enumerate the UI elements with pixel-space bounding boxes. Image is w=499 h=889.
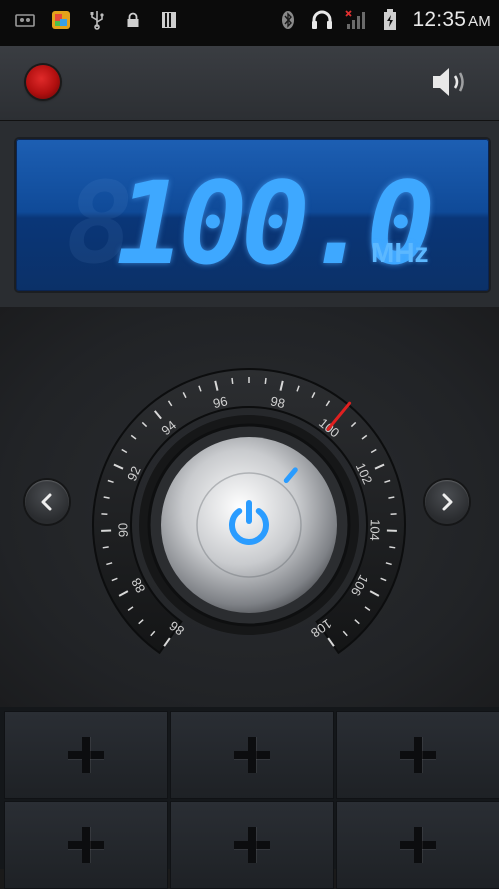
seek-next-button[interactable] xyxy=(425,480,469,524)
preset-slot-2[interactable] xyxy=(170,711,334,799)
preset-slot-6[interactable] xyxy=(336,801,499,889)
seek-previous-button[interactable] xyxy=(25,480,69,524)
dial-tick xyxy=(232,378,233,384)
add-preset-icon xyxy=(400,737,436,773)
chevron-right-icon xyxy=(437,492,457,512)
add-preset-icon xyxy=(68,827,104,863)
dial-label: 104 xyxy=(367,519,383,541)
chevron-left-icon xyxy=(37,492,57,512)
add-preset-icon xyxy=(400,827,436,863)
preset-slot-1[interactable] xyxy=(4,711,168,799)
dial-label: 90 xyxy=(115,522,131,537)
dial-tick xyxy=(265,378,266,384)
preset-slot-4[interactable] xyxy=(4,801,168,889)
dial-tick xyxy=(103,547,109,548)
knob-face xyxy=(161,437,337,613)
preset-grid xyxy=(0,707,499,869)
tuning-knob[interactable] xyxy=(139,415,359,635)
preset-slot-3[interactable] xyxy=(336,711,499,799)
preset-slot-5[interactable] xyxy=(170,801,334,889)
dial-tick xyxy=(389,547,395,548)
add-preset-icon xyxy=(68,737,104,773)
add-preset-icon xyxy=(234,737,270,773)
add-preset-icon xyxy=(234,827,270,863)
